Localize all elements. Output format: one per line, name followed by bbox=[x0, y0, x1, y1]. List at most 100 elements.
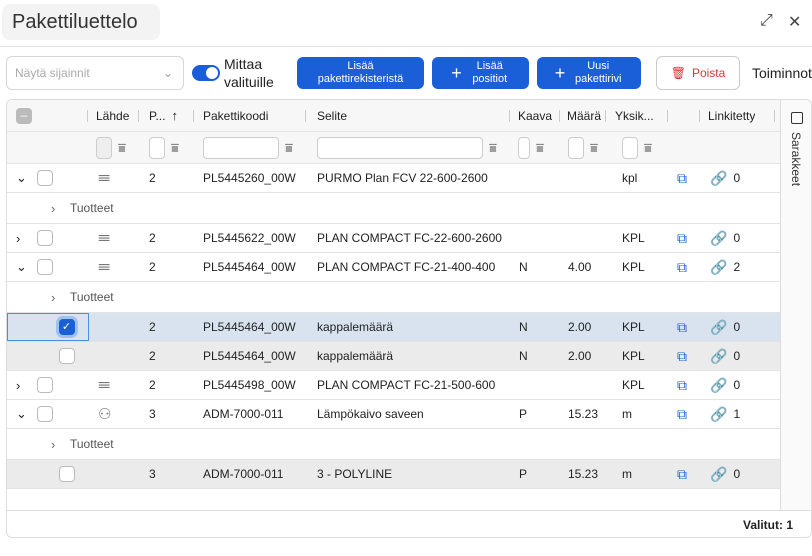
package-grid: – Lähde P... ↑ Pakettikoodi Selite Kaava … bbox=[6, 99, 812, 538]
close-icon[interactable]: ✕ bbox=[788, 12, 801, 32]
priority-cell: 2 bbox=[149, 171, 156, 185]
select-all-checkbox[interactable]: – bbox=[16, 100, 32, 131]
formula-filter-input[interactable] bbox=[518, 136, 530, 159]
linked-cell[interactable]: 🔗 0 bbox=[710, 313, 740, 341]
row-checkbox[interactable] bbox=[37, 224, 53, 252]
column-p[interactable]: P... ↑ bbox=[149, 100, 178, 131]
chevron-right-icon[interactable]: › bbox=[16, 371, 20, 399]
maximize-icon[interactable]: ⤢ bbox=[760, 12, 773, 30]
plus-icon: + bbox=[554, 62, 566, 83]
source-filter-input[interactable] bbox=[96, 136, 112, 159]
products-group-row[interactable]: › Tuotteet bbox=[7, 193, 780, 224]
row-checkbox[interactable] bbox=[59, 342, 75, 370]
p-filter-input[interactable] bbox=[149, 136, 165, 159]
copy-icon[interactable]: ⧉ bbox=[677, 253, 687, 281]
checkbox[interactable] bbox=[37, 406, 53, 422]
row-checkbox[interactable] bbox=[37, 253, 53, 281]
checkbox[interactable] bbox=[37, 377, 53, 393]
location-select[interactable]: Näytä sijainnit ⌄ bbox=[6, 56, 184, 90]
add-positions-button[interactable]: + Lisää positiot bbox=[432, 57, 529, 89]
copy-icon[interactable]: ⧉ bbox=[677, 342, 687, 370]
column-description[interactable]: Selite bbox=[317, 100, 347, 131]
chevron-right-icon[interactable]: › bbox=[16, 224, 20, 252]
table-row[interactable]: ⌄ ⚇ 3 ADM-7000-011 Lämpökaivo saveen P 15.23 m ⧉… bbox=[7, 400, 780, 429]
chevron-right-icon[interactable]: › bbox=[51, 429, 55, 459]
copy-icon[interactable]: ⧉ bbox=[677, 224, 687, 252]
chevron-down-icon[interactable]: ⌄ bbox=[16, 164, 27, 192]
copy-icon[interactable]: ⧉ bbox=[677, 371, 687, 399]
table-row[interactable]: ⌄ 𝍢 2 PL5445464_00W PLAN COMPACT FC-21-400-4… bbox=[7, 253, 780, 282]
table-row[interactable]: 3 ADM-7000-011 3 - POLYLINE P 15.23 m ⧉ 🔗 0 bbox=[7, 460, 780, 489]
products-group-row[interactable]: › Tuotteet bbox=[7, 429, 780, 460]
filter-icon[interactable]: ⩸ bbox=[536, 140, 544, 156]
linked-cell[interactable]: 🔗 0 bbox=[710, 460, 740, 488]
copy-icon[interactable]: ⧉ bbox=[677, 460, 687, 488]
filter-icon[interactable]: ⩸ bbox=[118, 140, 126, 156]
quantity-cell: 4.00 bbox=[568, 260, 592, 274]
row-checkbox[interactable]: ✓ bbox=[7, 313, 89, 341]
filter-icon[interactable]: ⩸ bbox=[285, 140, 293, 156]
column-formula[interactable]: Kaava bbox=[518, 100, 552, 131]
unit-filter-input[interactable] bbox=[622, 136, 638, 159]
linked-cell[interactable]: 🔗 0 bbox=[710, 342, 740, 370]
table-row[interactable]: ✓ 2 PL5445464_00W kappalemäärä N 2.00 KPL ⧉ 🔗 0 bbox=[7, 313, 780, 342]
column-unit[interactable]: Yksik... bbox=[615, 100, 654, 131]
table-row[interactable]: ⌄ 𝍢 2 PL5445260_00W PURMO Plan FCV 22-600-26… bbox=[7, 164, 780, 193]
button-label: Poista bbox=[691, 66, 726, 80]
table-row[interactable]: › 𝍢 2 PL5445622_00W PLAN COMPACT FC-22-600-2… bbox=[7, 224, 780, 253]
actions-menu[interactable]: Toiminnot bbox=[752, 65, 812, 81]
delete-button[interactable]: 🗑 Poista bbox=[656, 56, 740, 90]
package-code-cell: ADM-7000-011 bbox=[203, 407, 284, 421]
checkbox[interactable] bbox=[37, 230, 53, 246]
row-checkbox[interactable] bbox=[59, 460, 75, 488]
row-checkbox[interactable] bbox=[37, 400, 53, 428]
row-checkbox[interactable] bbox=[37, 371, 53, 399]
checkbox[interactable]: ✓ bbox=[58, 319, 75, 335]
chevron-right-icon[interactable]: › bbox=[51, 282, 55, 312]
quantity-cell: 15.23 bbox=[568, 407, 599, 421]
filter-icon[interactable]: ⩸ bbox=[644, 140, 652, 156]
add-from-registry-button[interactable]: Lisää pakettirekisteristä bbox=[297, 57, 424, 89]
linked-cell[interactable]: 🔗 0 bbox=[710, 371, 740, 399]
quantity-cell: 15.23 bbox=[568, 467, 599, 481]
products-label: Tuotteet bbox=[70, 201, 114, 215]
checkbox[interactable] bbox=[37, 170, 53, 186]
columns-side-panel[interactable]: Sarakkeet bbox=[780, 100, 811, 510]
priority-cell: 2 bbox=[149, 349, 156, 363]
checkbox[interactable] bbox=[59, 348, 75, 364]
priority-cell: 3 bbox=[149, 407, 156, 421]
filter-icon[interactable]: ⩸ bbox=[489, 140, 497, 156]
measure-toggle[interactable] bbox=[192, 65, 220, 81]
column-quantity[interactable]: Määrä bbox=[567, 100, 601, 131]
chevron-down-icon[interactable]: ⌄ bbox=[16, 400, 27, 428]
checkbox[interactable] bbox=[59, 466, 75, 482]
chevron-right-icon[interactable]: › bbox=[51, 193, 55, 223]
table-row[interactable]: 2 PL5445464_00W kappalemäärä N 2.00 KPL ⧉ 🔗 0 bbox=[7, 342, 780, 371]
filter-icon[interactable]: ⩸ bbox=[171, 140, 179, 156]
filter-icon[interactable]: ⩸ bbox=[590, 140, 598, 156]
linked-cell[interactable]: 🔗 1 bbox=[710, 400, 740, 428]
checkbox[interactable] bbox=[37, 259, 53, 275]
linked-cell[interactable]: 🔗 0 bbox=[710, 224, 740, 252]
description-filter-input[interactable] bbox=[317, 136, 483, 159]
sort-up-icon: ↑ bbox=[171, 108, 178, 123]
copy-icon[interactable]: ⧉ bbox=[677, 400, 687, 428]
products-group-row[interactable]: › Tuotteet bbox=[7, 282, 780, 313]
table-row[interactable]: › 𝍢 2 PL5445498_00W PLAN COMPACT FC-21-500-6… bbox=[7, 371, 780, 400]
quantity-filter-input[interactable] bbox=[568, 136, 584, 159]
package-code-cell: PL5445622_00W bbox=[203, 231, 296, 245]
library-icon: 𝍢 bbox=[98, 374, 111, 392]
column-code[interactable]: Pakettikoodi bbox=[203, 100, 268, 131]
linked-cell[interactable]: 🔗 2 bbox=[710, 253, 740, 281]
copy-icon[interactable]: ⧉ bbox=[677, 313, 687, 341]
row-checkbox[interactable] bbox=[37, 164, 53, 192]
column-source[interactable]: Lähde bbox=[96, 100, 129, 131]
copy-icon[interactable]: ⧉ bbox=[677, 164, 687, 192]
formula-cell: N bbox=[519, 260, 528, 274]
linked-count: 0 bbox=[733, 320, 741, 334]
code-filter-input[interactable] bbox=[203, 136, 279, 159]
column-linked[interactable]: Linkitetty bbox=[708, 100, 755, 131]
chevron-down-icon[interactable]: ⌄ bbox=[16, 253, 27, 281]
linked-cell[interactable]: 🔗 0 bbox=[710, 164, 740, 192]
new-row-button[interactable]: + Uusi pakettirivi bbox=[537, 57, 641, 89]
